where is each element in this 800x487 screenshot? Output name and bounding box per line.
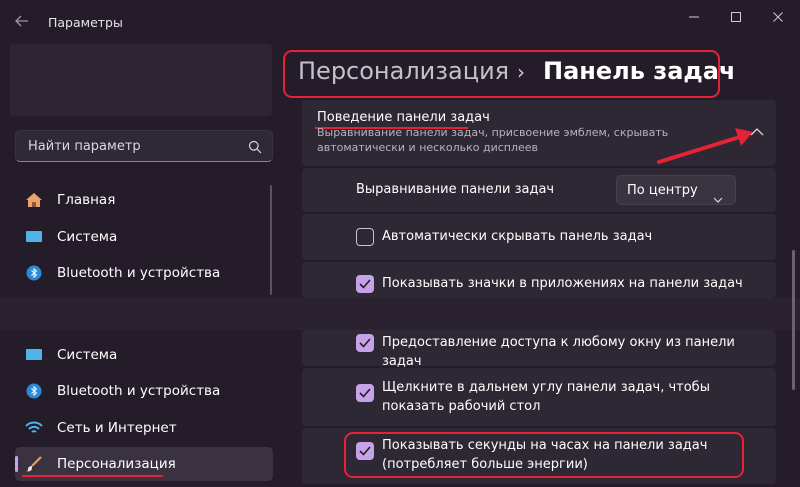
divider-band [0, 298, 800, 330]
sidebar-item-bluetooth[interactable]: Bluetooth и устройства [15, 374, 273, 408]
option-row-show-desktop: Щелкните в дальнем углу панели задач, чт… [302, 368, 776, 426]
minimize-button[interactable] [684, 10, 704, 30]
bluetooth-icon [25, 383, 43, 399]
sidebar-item-system[interactable]: Система [15, 338, 273, 372]
main-scrollbar[interactable] [792, 250, 795, 390]
alignment-row: Выравнивание панели задач По центру [302, 168, 776, 212]
sidebar-item-network[interactable]: Сеть и Интернет [15, 411, 273, 445]
account-card[interactable] [10, 44, 272, 116]
show-desktop-checkbox[interactable] [356, 384, 374, 402]
share-window-checkbox[interactable] [356, 334, 374, 352]
monitor-icon [25, 347, 43, 363]
alignment-dropdown[interactable]: По центру [616, 175, 736, 205]
sidebar-item-home[interactable]: Главная [15, 183, 273, 217]
sidebar-item-label: Персонализация [57, 456, 176, 472]
breadcrumb-parent[interactable]: Персонализация [298, 57, 509, 85]
sidebar-scrollbar[interactable] [270, 185, 272, 295]
sidebar-item-label: Главная [57, 192, 116, 208]
highlight-underline [22, 475, 163, 477]
option-label: Предоставление доступа к любому окну из … [382, 335, 735, 369]
page-title: Панель задач [543, 57, 736, 85]
title-bar: Параметры [0, 0, 800, 46]
option-label: Показывать значки в приложениях на панел… [382, 276, 743, 291]
breadcrumb-separator: › [517, 60, 525, 84]
option-row-share-window: Предоставление доступа к любому окну из … [302, 330, 776, 369]
sidebar-item-label: Система [57, 229, 118, 245]
search-input[interactable]: Найти параметр [15, 130, 273, 162]
alignment-label: Выравнивание панели задач [356, 182, 555, 197]
highlight-outline [344, 432, 744, 478]
home-icon [25, 192, 43, 208]
badges-checkbox[interactable] [356, 275, 374, 293]
selection-indicator [15, 456, 18, 472]
autohide-checkbox[interactable] [356, 228, 374, 246]
app-title: Параметры [48, 15, 123, 30]
sidebar-item-bluetooth[interactable]: Bluetooth и устройства [15, 256, 273, 290]
sidebar-item-label: Bluetooth и устройства [57, 265, 221, 281]
option-row-badges: Показывать значки в приложениях на панел… [302, 262, 776, 298]
section-title: Поведение панели задач [317, 110, 490, 125]
search-icon[interactable] [248, 139, 262, 154]
sidebar-item-system[interactable]: Система [15, 220, 273, 254]
dropdown-value: По центру [627, 183, 698, 198]
brush-icon [25, 456, 43, 472]
option-row-autohide: Автоматически скрывать панель задач [302, 214, 776, 260]
search-placeholder: Найти параметр [28, 139, 141, 154]
sidebar-item-label: Bluetooth и устройства [57, 383, 221, 399]
wifi-icon [25, 420, 43, 436]
option-label: Автоматически скрывать панель задач [382, 229, 653, 244]
annotation-arrow-icon [657, 128, 753, 164]
sidebar-item-label: Система [57, 347, 118, 363]
sidebar-item-label: Сеть и Интернет [57, 420, 177, 436]
chevron-down-icon [713, 188, 723, 203]
maximize-button[interactable] [726, 10, 746, 30]
monitor-icon [25, 229, 43, 245]
bluetooth-icon [25, 265, 43, 281]
option-label: Щелкните в дальнем углу панели задач, чт… [382, 380, 710, 414]
close-button[interactable] [768, 10, 788, 30]
back-arrow-icon[interactable] [14, 13, 32, 31]
